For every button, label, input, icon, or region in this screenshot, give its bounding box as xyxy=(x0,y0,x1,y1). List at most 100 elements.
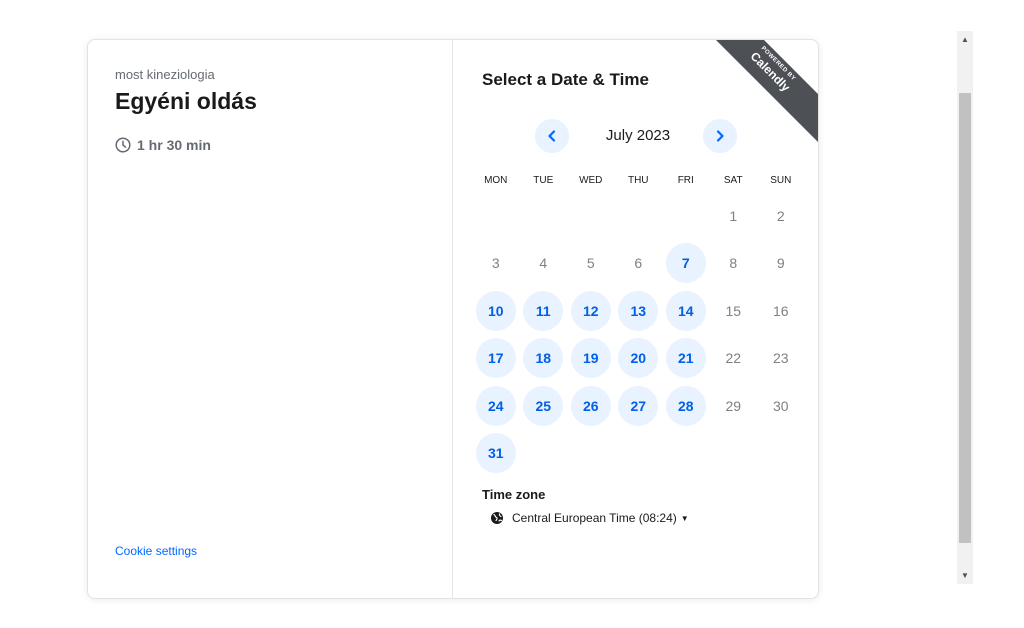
calendar-cell: 25 xyxy=(520,382,568,430)
weekday-header: FRI xyxy=(677,174,694,186)
calendar-cell: 5 xyxy=(567,240,615,288)
available-day-button[interactable]: 26 xyxy=(570,385,611,426)
calendar-cell: 9 xyxy=(757,240,805,288)
unavailable-day: 3 xyxy=(491,255,500,272)
previous-month-button[interactable] xyxy=(535,119,569,153)
available-day-button[interactable]: 31 xyxy=(475,433,516,474)
available-day-button[interactable]: 7 xyxy=(665,243,706,284)
unavailable-day: 30 xyxy=(772,397,789,414)
duration-text: 1 hr 30 min xyxy=(137,137,211,153)
chevron-right-icon xyxy=(716,130,724,142)
cookie-settings-link[interactable]: Cookie settings xyxy=(115,544,197,558)
unavailable-day: 4 xyxy=(539,255,548,272)
unavailable-day: 29 xyxy=(725,397,742,414)
calendar-cell: 7 xyxy=(662,240,710,288)
calendar-cell xyxy=(472,192,520,240)
calendar-cell: 14 xyxy=(662,287,710,335)
clock-icon xyxy=(115,137,131,153)
event-details-panel: most kineziologia Egyéni oldás 1 hr 30 m… xyxy=(88,40,453,598)
calendar-cell: 22 xyxy=(710,335,758,383)
weekday-header: WED xyxy=(579,174,603,186)
available-day-button[interactable]: 17 xyxy=(475,338,516,379)
calendar-cell: 6 xyxy=(615,240,663,288)
weekday-header: THU xyxy=(627,174,649,186)
calendar-cell xyxy=(710,430,758,478)
calendar-cell: 23 xyxy=(757,335,805,383)
unavailable-day: 15 xyxy=(725,302,742,319)
event-duration: 1 hr 30 min xyxy=(115,137,211,153)
globe-icon xyxy=(491,512,503,524)
calendar-cell xyxy=(662,430,710,478)
caret-down-icon: ▼ xyxy=(680,513,689,523)
date-picker-panel: Select a Date & Time POWERED BY Calendly… xyxy=(453,40,818,598)
calendar-cell: 12 xyxy=(567,287,615,335)
calendar-cell: 29 xyxy=(710,382,758,430)
timezone-label: Time zone xyxy=(482,487,546,502)
weekday-header: TUE xyxy=(533,174,554,186)
weekday-header: MON xyxy=(484,174,508,186)
calendar-cell: 18 xyxy=(520,335,568,383)
available-day-button[interactable]: 20 xyxy=(618,338,659,379)
unavailable-day: 22 xyxy=(725,350,742,367)
scroll-up-arrow-icon[interactable]: ▲ xyxy=(957,31,973,48)
calendar-cell: 30 xyxy=(757,382,805,430)
calendar-cell: 10 xyxy=(472,287,520,335)
calendar-cell xyxy=(567,192,615,240)
calendar-cell: 31 xyxy=(472,430,520,478)
available-day-button[interactable]: 24 xyxy=(475,385,516,426)
calendar-cell: 16 xyxy=(757,287,805,335)
available-day-button[interactable]: 13 xyxy=(618,290,659,331)
unavailable-day: 2 xyxy=(776,207,785,224)
unavailable-day: 5 xyxy=(586,255,595,272)
timezone-select[interactable]: Central European Time (08:24) ▼ xyxy=(490,511,689,525)
calendar-grid: MON TUE WED THU FRI SAT SUN 1 2 3 4 5 6 7 8 9 10 11 12 13 14… xyxy=(472,168,805,477)
calendar-cell: 26 xyxy=(567,382,615,430)
unavailable-day: 9 xyxy=(776,255,785,272)
unavailable-day: 1 xyxy=(729,207,738,224)
page-scrollbar[interactable]: ▲ ▼ xyxy=(957,31,973,584)
available-day-button[interactable]: 10 xyxy=(475,290,516,331)
calendar-cell xyxy=(520,192,568,240)
calendar-cell: 2 xyxy=(757,192,805,240)
current-month: July 2023 xyxy=(605,127,671,144)
weekday-header: SUN xyxy=(770,174,792,186)
available-day-button[interactable]: 18 xyxy=(523,338,564,379)
weekday-header: SAT xyxy=(723,174,743,186)
calendar-cell: 27 xyxy=(615,382,663,430)
picker-heading: Select a Date & Time xyxy=(482,70,649,89)
unavailable-day: 23 xyxy=(772,350,789,367)
available-day-button[interactable]: 28 xyxy=(665,385,706,426)
calendar-cell xyxy=(520,430,568,478)
available-day-button[interactable]: 27 xyxy=(618,385,659,426)
calendar-cell xyxy=(757,430,805,478)
unavailable-day: 6 xyxy=(634,255,643,272)
scheduling-card: most kineziologia Egyéni oldás 1 hr 30 m… xyxy=(87,39,819,599)
calendar-cell: 8 xyxy=(710,240,758,288)
calendar-cell: 4 xyxy=(520,240,568,288)
calendar-cell xyxy=(615,430,663,478)
available-day-button[interactable]: 19 xyxy=(570,338,611,379)
available-day-button[interactable]: 21 xyxy=(665,338,706,379)
calendar-cell: 28 xyxy=(662,382,710,430)
calendar-cell: 20 xyxy=(615,335,663,383)
timezone-value: Central European Time (08:24) xyxy=(512,511,677,525)
available-day-button[interactable]: 25 xyxy=(523,385,564,426)
scroll-down-arrow-icon[interactable]: ▼ xyxy=(957,567,973,584)
calendar-cell: 13 xyxy=(615,287,663,335)
available-day-button[interactable]: 14 xyxy=(665,290,706,331)
available-day-button[interactable]: 12 xyxy=(570,290,611,331)
calendar-cell xyxy=(662,192,710,240)
available-day-button[interactable]: 11 xyxy=(523,290,564,331)
unavailable-day: 16 xyxy=(772,302,789,319)
next-month-button[interactable] xyxy=(703,119,737,153)
chevron-left-icon xyxy=(548,130,556,142)
calendar-cell: 21 xyxy=(662,335,710,383)
unavailable-day: 8 xyxy=(729,255,738,272)
scrollbar-thumb[interactable] xyxy=(959,93,971,543)
calendar-cell: 17 xyxy=(472,335,520,383)
calendar-cell xyxy=(567,430,615,478)
calendar-cell: 11 xyxy=(520,287,568,335)
event-title: Egyéni oldás xyxy=(115,88,257,114)
organizer-name: most kineziologia xyxy=(115,67,215,82)
calendar-cell: 1 xyxy=(710,192,758,240)
